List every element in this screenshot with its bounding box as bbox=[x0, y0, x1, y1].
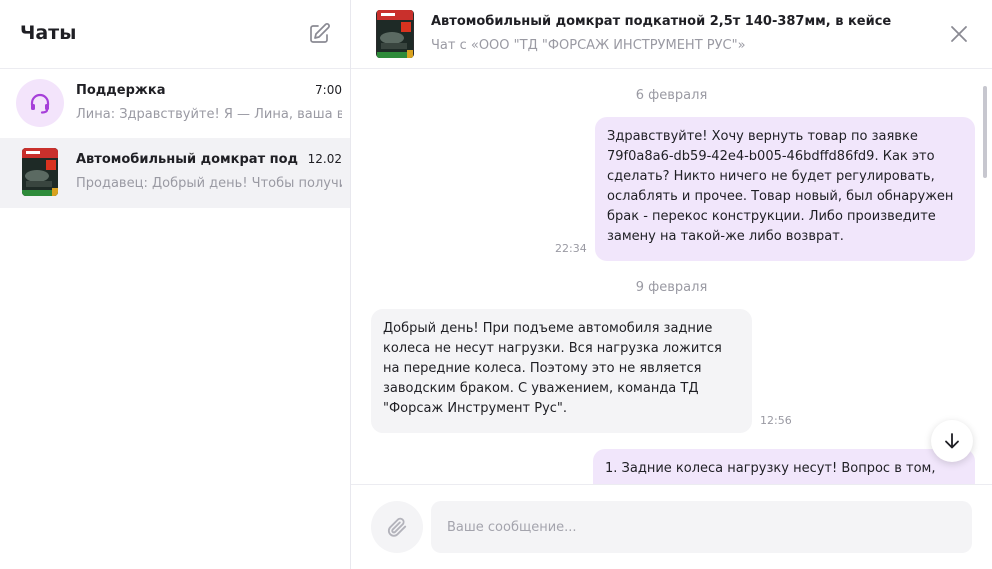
incoming-message: Добрый день! При подъеме автомобиля задн… bbox=[371, 309, 752, 433]
chat-name: Поддержка bbox=[76, 83, 166, 98]
message-time: 12:56 bbox=[760, 414, 792, 427]
date-separator: 9 февраля bbox=[635, 280, 708, 295]
outgoing-message: Здравствуйте! Хочу вернуть товар по заяв… bbox=[595, 117, 975, 261]
chat-subtitle: Чат с «ООО "ТД "ФОРСАЖ ИНСТРУМЕНТ РУС"» bbox=[431, 38, 746, 53]
chat-time: 7:00 bbox=[315, 83, 342, 97]
scroll-down-button[interactable] bbox=[931, 420, 973, 462]
message-input[interactable] bbox=[431, 501, 972, 553]
chat-app: Чаты Поддержка 7:00 Лина: Здравствуйте! … bbox=[0, 0, 992, 569]
sidebar-title: Чаты bbox=[20, 22, 77, 44]
headset-icon bbox=[16, 79, 64, 127]
chat-sidebar: Чаты Поддержка 7:00 Лина: Здравствуйте! … bbox=[0, 0, 351, 569]
message-composer bbox=[351, 484, 992, 569]
product-thumbnail bbox=[22, 148, 58, 196]
chat-main: Автомобильный домкрат подкатной 2,5т 140… bbox=[351, 0, 992, 569]
message-list[interactable]: 6 февраля 22:34 Здравствуйте! Хочу верну… bbox=[351, 69, 992, 484]
message-time: 22:34 bbox=[555, 242, 587, 255]
chat-time: 12.02 bbox=[307, 152, 342, 166]
chat-preview: Лина: Здравствуйте! Я — Лина, ваша вирту… bbox=[76, 107, 342, 122]
product-thumbnail[interactable] bbox=[376, 10, 414, 58]
arrow-down-icon bbox=[945, 433, 959, 449]
sidebar-header: Чаты bbox=[0, 0, 350, 69]
date-separator: 6 февраля bbox=[635, 88, 708, 103]
chat-title: Автомобильный домкрат подкатной 2,5т 140… bbox=[431, 14, 892, 29]
chat-preview: Продавец: Добрый день! Чтобы получить ко… bbox=[76, 176, 342, 191]
chat-header: Автомобильный домкрат подкатной 2,5т 140… bbox=[351, 0, 992, 69]
chat-item-product[interactable]: Автомобильный домкрат подкатной 2,5т 140… bbox=[0, 138, 350, 208]
outgoing-message: 1. Задние колеса нагрузку несут! Вопрос … bbox=[593, 449, 975, 484]
chat-item-support[interactable]: Поддержка 7:00 Лина: Здравствуйте! Я — Л… bbox=[0, 69, 350, 139]
avatar bbox=[16, 148, 64, 196]
paperclip-icon[interactable] bbox=[371, 501, 423, 553]
avatar bbox=[16, 79, 64, 127]
close-icon[interactable] bbox=[949, 24, 969, 44]
scrollbar[interactable] bbox=[983, 86, 987, 178]
chat-name: Автомобильный домкрат подкатной 2,5т 140… bbox=[76, 152, 298, 167]
compose-icon[interactable] bbox=[307, 22, 331, 46]
